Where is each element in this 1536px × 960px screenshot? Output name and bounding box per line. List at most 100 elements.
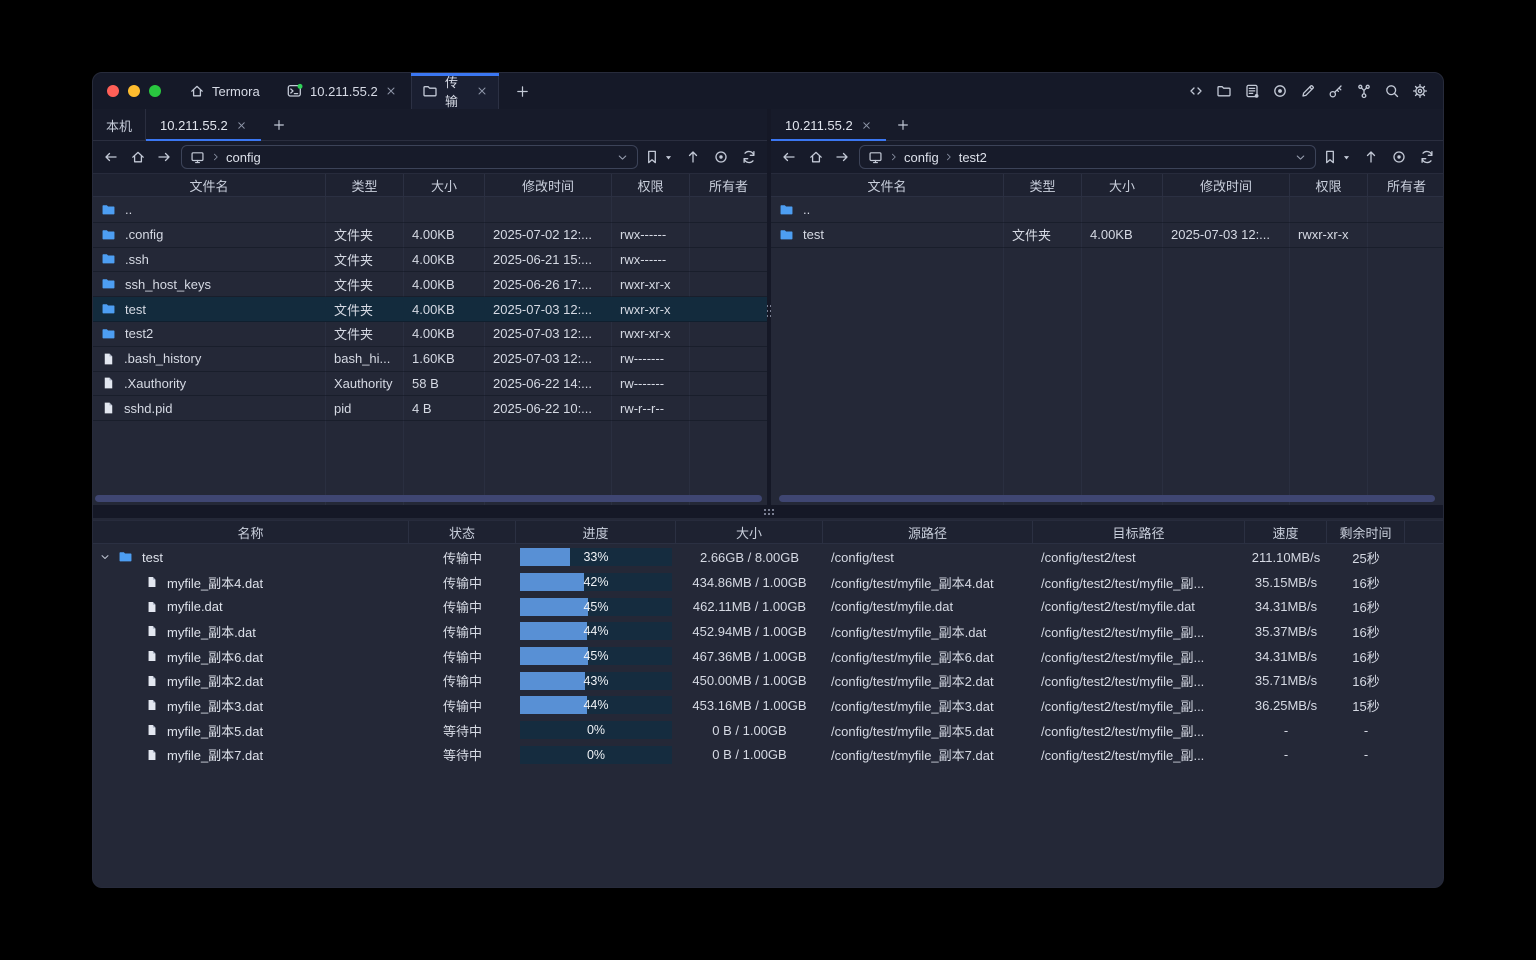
column-header-4[interactable]: 修改时间 bbox=[485, 174, 612, 196]
home-button[interactable] bbox=[130, 149, 146, 165]
tab-ssh-session[interactable]: 10.211.55.2 bbox=[277, 73, 407, 109]
transfer-row[interactable]: myfile_副本4.dat传输中42%434.86MB / 1.00GB/co… bbox=[93, 570, 1444, 595]
file-row[interactable]: sshd.pidpid4 B2025-06-22 10:...rw-r--r-- bbox=[93, 396, 767, 421]
column-header-3[interactable]: 大小 bbox=[1082, 174, 1163, 196]
horizontal-scrollbar[interactable] bbox=[779, 495, 1435, 502]
progress-bar: 33% bbox=[520, 548, 672, 566]
close-tab-icon[interactable] bbox=[476, 85, 488, 97]
transfer-row[interactable]: myfile_副本2.dat传输中43%450.00MB / 1.00GB/co… bbox=[93, 668, 1444, 693]
file-row[interactable]: test文件夹4.00KB2025-07-03 12:...rwxr-xr-x bbox=[93, 297, 767, 322]
new-pane-tab-button[interactable] bbox=[896, 118, 910, 132]
minimize-window-button[interactable] bbox=[128, 85, 140, 97]
column-header-6[interactable]: 所有者 bbox=[1368, 174, 1444, 196]
expand-chevron-icon[interactable] bbox=[99, 551, 111, 563]
search-button[interactable] bbox=[1384, 83, 1400, 99]
file-row[interactable]: .config文件夹4.00KB2025-07-02 12:...rwx----… bbox=[93, 223, 767, 248]
transfer-row[interactable]: myfile_副本7.dat等待中0%0 B / 1.00GB/config/t… bbox=[93, 743, 1444, 768]
column-header-1[interactable]: 名称 bbox=[93, 521, 409, 543]
column-header-6[interactable]: 所有者 bbox=[690, 174, 767, 196]
column-header-2[interactable]: 状态 bbox=[409, 521, 516, 543]
file-row[interactable]: .. bbox=[93, 198, 767, 223]
column-header-2[interactable]: 类型 bbox=[326, 174, 404, 196]
refresh-button[interactable] bbox=[741, 149, 757, 165]
pane-tab-local[interactable]: 本机 bbox=[93, 109, 146, 141]
home-button[interactable] bbox=[808, 149, 824, 165]
terminal-icon bbox=[287, 83, 303, 99]
pane-tab-remote[interactable]: 10.211.55.2 bbox=[771, 109, 886, 141]
cell-filename: .ssh bbox=[93, 252, 326, 267]
close-tab-icon[interactable] bbox=[861, 120, 872, 131]
show-hidden-files-button[interactable] bbox=[713, 149, 729, 165]
breadcrumb-segment[interactable]: test2 bbox=[959, 150, 987, 165]
parent-directory-button[interactable] bbox=[1363, 149, 1379, 165]
cell-type: 文件夹 bbox=[326, 324, 404, 343]
column-header-3[interactable]: 大小 bbox=[404, 174, 485, 196]
path-breadcrumb-field[interactable]: config test2 bbox=[859, 145, 1316, 169]
back-button[interactable] bbox=[103, 149, 119, 165]
column-header-5[interactable]: 权限 bbox=[612, 174, 690, 196]
splitter-grip[interactable] bbox=[763, 508, 775, 516]
tab-termora-home[interactable]: Termora bbox=[179, 73, 270, 109]
column-header-4[interactable]: 修改时间 bbox=[1163, 174, 1290, 196]
column-header-5[interactable]: 权限 bbox=[1290, 174, 1368, 196]
close-tab-icon[interactable] bbox=[385, 85, 397, 97]
close-tab-icon[interactable] bbox=[236, 120, 247, 131]
cell-speed: - bbox=[1245, 723, 1327, 738]
pane-tab-remote[interactable]: 10.211.55.2 bbox=[146, 109, 261, 141]
forward-button[interactable] bbox=[156, 149, 172, 165]
file-row[interactable]: .ssh文件夹4.00KB2025-06-21 15:...rwx------ bbox=[93, 248, 767, 273]
transfer-row[interactable]: test传输中33%2.66GB / 8.00GB/config/test/co… bbox=[93, 545, 1444, 570]
transfer-panel-splitter[interactable] bbox=[93, 505, 1444, 518]
file-row[interactable]: .XauthorityXauthority58 B2025-06-22 14:.… bbox=[93, 372, 767, 397]
chevron-down-icon[interactable] bbox=[1294, 151, 1307, 164]
bookmark-button[interactable] bbox=[644, 149, 660, 165]
file-row[interactable]: test文件夹4.00KB2025-07-03 12:...rwxr-xr-x bbox=[771, 223, 1444, 248]
bookmark-caret-icon[interactable] bbox=[1342, 153, 1351, 162]
forward-button[interactable] bbox=[834, 149, 850, 165]
bookmark-button[interactable] bbox=[1322, 149, 1338, 165]
back-button[interactable] bbox=[781, 149, 797, 165]
file-row[interactable]: .. bbox=[771, 198, 1444, 223]
column-header-5[interactable]: 源路径 bbox=[823, 521, 1033, 543]
close-window-button[interactable] bbox=[107, 85, 119, 97]
breadcrumb-segment[interactable]: config bbox=[904, 150, 939, 165]
column-header-2[interactable]: 类型 bbox=[1004, 174, 1082, 196]
record-button[interactable] bbox=[1272, 83, 1288, 99]
zoom-window-button[interactable] bbox=[149, 85, 161, 97]
bookmark-caret-icon[interactable] bbox=[664, 153, 673, 162]
parent-directory-button[interactable] bbox=[685, 149, 701, 165]
file-row[interactable]: test2文件夹4.00KB2025-07-03 12:...rwxr-xr-x bbox=[93, 322, 767, 347]
cell-size: 0 B / 1.00GB bbox=[676, 747, 823, 762]
transfer-row[interactable]: myfile_副本5.dat等待中0%0 B / 1.00GB/config/t… bbox=[93, 718, 1444, 743]
file-row[interactable]: .bash_historybash_hi...1.60KB2025-07-03 … bbox=[93, 347, 767, 372]
horizontal-scrollbar[interactable] bbox=[95, 495, 762, 502]
new-tab-button[interactable] bbox=[505, 73, 540, 109]
settings-button[interactable] bbox=[1412, 83, 1428, 99]
column-header-1[interactable]: 文件名 bbox=[93, 174, 326, 196]
tab-transfer-active[interactable]: 传输 bbox=[411, 73, 499, 109]
transfer-row[interactable]: myfile_副本6.dat传输中45%467.36MB / 1.00GB/co… bbox=[93, 644, 1444, 669]
new-pane-tab-button[interactable] bbox=[272, 118, 286, 132]
show-hidden-files-button[interactable] bbox=[1391, 149, 1407, 165]
column-header-1[interactable]: 文件名 bbox=[771, 174, 1004, 196]
edit-button[interactable] bbox=[1300, 83, 1316, 99]
column-header-4[interactable]: 大小 bbox=[676, 521, 823, 543]
transfer-row[interactable]: myfile_副本3.dat传输中44%453.16MB / 1.00GB/co… bbox=[93, 693, 1444, 718]
log-button[interactable] bbox=[1244, 83, 1260, 99]
column-header-6[interactable]: 目标路径 bbox=[1033, 521, 1245, 543]
folder-button[interactable] bbox=[1216, 83, 1232, 99]
transfer-row[interactable]: myfile_副本.dat传输中44%452.94MB / 1.00GB/con… bbox=[93, 619, 1444, 644]
breadcrumb-segment[interactable]: config bbox=[226, 150, 261, 165]
column-header-7[interactable]: 速度 bbox=[1245, 521, 1327, 543]
chevron-down-icon[interactable] bbox=[616, 151, 629, 164]
column-header-8[interactable]: 剩余时间 bbox=[1327, 521, 1405, 543]
file-row[interactable]: ssh_host_keys文件夹4.00KB2025-06-26 17:...r… bbox=[93, 272, 767, 297]
refresh-button[interactable] bbox=[1419, 149, 1435, 165]
key-button[interactable] bbox=[1328, 83, 1344, 99]
keymap-button[interactable] bbox=[1356, 83, 1372, 99]
code-button[interactable] bbox=[1188, 83, 1204, 99]
path-breadcrumb-field[interactable]: config bbox=[181, 145, 638, 169]
column-header-3[interactable]: 进度 bbox=[516, 521, 676, 543]
transfer-row[interactable]: myfile.dat传输中45%462.11MB / 1.00GB/config… bbox=[93, 594, 1444, 619]
cell-speed: 35.15MB/s bbox=[1245, 575, 1327, 590]
